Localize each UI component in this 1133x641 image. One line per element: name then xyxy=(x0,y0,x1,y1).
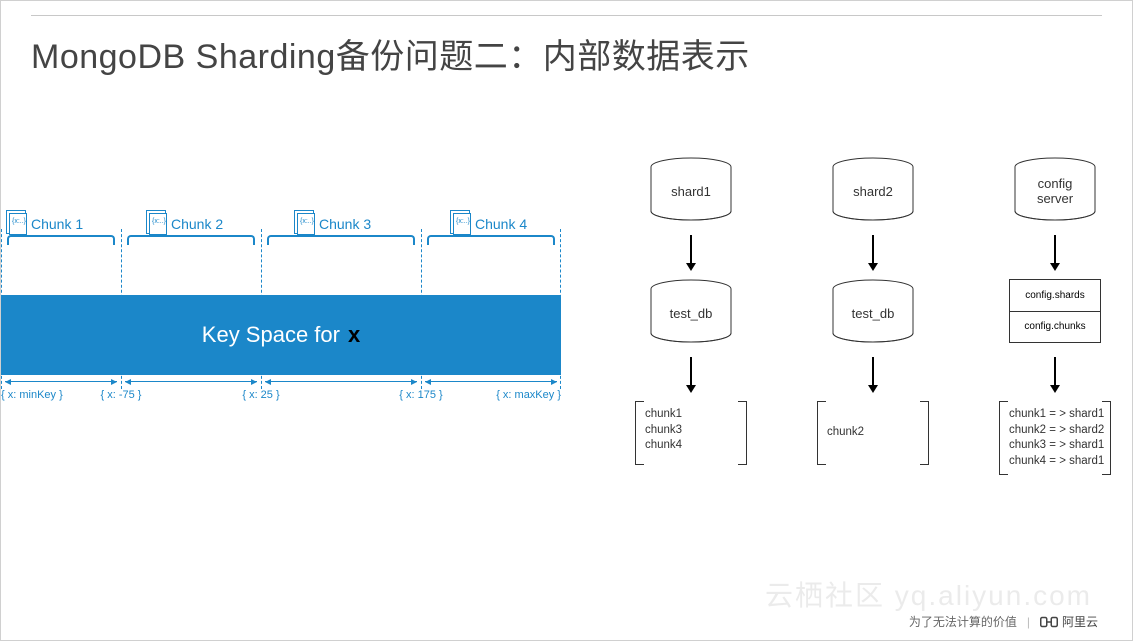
config-collection: config.shards xyxy=(1010,280,1100,312)
chunk-label-text: Chunk 4 xyxy=(475,216,527,232)
shard-label: shard2 xyxy=(830,157,916,221)
config-collection: config.chunks xyxy=(1010,312,1100,343)
config-server-column: config server config.shards config.chunk… xyxy=(975,157,1133,475)
shard2-column: shard2 test_db chunk2 xyxy=(793,157,953,465)
chunk-label: {x:..}Chunk 3 xyxy=(297,213,371,235)
range-arrow xyxy=(265,381,417,382)
chunk-brace xyxy=(427,235,555,245)
range-arrow xyxy=(125,381,257,382)
config-collections-table: config.shards config.chunks xyxy=(1009,279,1101,343)
arrow-down-icon xyxy=(1054,235,1056,269)
document-icon: {x:..} xyxy=(9,213,27,235)
chunk-item: chunk4 xyxy=(645,438,743,454)
chunk-map-item: chunk2 = > shard2 xyxy=(1009,423,1107,439)
keyspace-bar: Key Space for x xyxy=(1,295,561,375)
chunk-brace xyxy=(127,235,255,245)
arrow-down-icon xyxy=(872,235,874,269)
chunk-map-list: chunk1 = > shard1 chunk2 = > shard2 chun… xyxy=(995,401,1115,475)
aliyun-icon xyxy=(1040,615,1058,629)
chunk-map-item: chunk3 = > shard1 xyxy=(1009,438,1107,454)
key-tick: { x: -75 } xyxy=(101,389,142,401)
arrow-down-icon xyxy=(690,357,692,391)
key-tick: { x: minKey } xyxy=(1,389,63,401)
arrow-down-icon xyxy=(690,235,692,269)
chunk-list: chunk2 xyxy=(813,401,933,465)
chunk-list: chunk1 chunk3 chunk4 xyxy=(631,401,751,465)
chunk-label: {x:..}Chunk 1 xyxy=(9,213,83,235)
document-icon: {x:..} xyxy=(297,213,315,235)
brand-logo: 阿里云 xyxy=(1040,613,1098,630)
chunk-item: chunk3 xyxy=(645,423,743,439)
footer-separator: | xyxy=(1027,615,1030,629)
db-cylinder: test_db xyxy=(648,279,734,343)
config-cylinder: config server xyxy=(1012,157,1098,221)
document-icon: {x:..} xyxy=(149,213,167,235)
chunk-label-text: Chunk 1 xyxy=(31,216,83,232)
key-tick: { x: 25 } xyxy=(242,389,279,401)
shard-cylinder: shard1 xyxy=(648,157,734,221)
chunk-map-item: chunk1 = > shard1 xyxy=(1009,407,1107,423)
chunk-item: chunk1 xyxy=(645,407,743,423)
db-label: test_db xyxy=(648,279,734,343)
chunk-label: {x:..}Chunk 4 xyxy=(453,213,527,235)
key-tick: { x: maxKey } xyxy=(496,389,561,401)
arrow-down-icon xyxy=(1054,357,1056,391)
shard-cylinder: shard2 xyxy=(830,157,916,221)
keyspace-var: x xyxy=(348,322,360,348)
key-tick: { x: 175 } xyxy=(399,389,442,401)
chunk-map-item: chunk4 = > shard1 xyxy=(1009,454,1107,470)
chunk-brace xyxy=(267,235,415,245)
footer-text: 为了无法计算的价值 xyxy=(909,613,1017,630)
keyspace-label: Key Space for xyxy=(202,322,340,348)
chunk-item: chunk2 xyxy=(827,425,864,441)
chunk-label: {x:..}Chunk 2 xyxy=(149,213,223,235)
db-cylinder: test_db xyxy=(830,279,916,343)
watermark: 云栖社区 yq.aliyun.com xyxy=(765,574,1092,614)
config-label: config server xyxy=(1012,157,1098,221)
page-title: MongoDB Sharding备份问题二：内部数据表示 xyxy=(31,29,750,78)
range-arrow xyxy=(5,381,117,382)
chunk-label-text: Chunk 2 xyxy=(171,216,223,232)
chunk-brace xyxy=(7,235,115,245)
range-arrow xyxy=(425,381,557,382)
brand-name: 阿里云 xyxy=(1062,613,1098,630)
chunk-label-text: Chunk 3 xyxy=(319,216,371,232)
shard1-column: shard1 test_db chunk1 chunk3 chunk4 xyxy=(611,157,771,465)
divider xyxy=(31,15,1102,16)
db-label: test_db xyxy=(830,279,916,343)
arrow-down-icon xyxy=(872,357,874,391)
footer: 为了无法计算的价值 | 阿里云 xyxy=(909,613,1098,630)
document-icon: {x:..} xyxy=(453,213,471,235)
shard-label: shard1 xyxy=(648,157,734,221)
